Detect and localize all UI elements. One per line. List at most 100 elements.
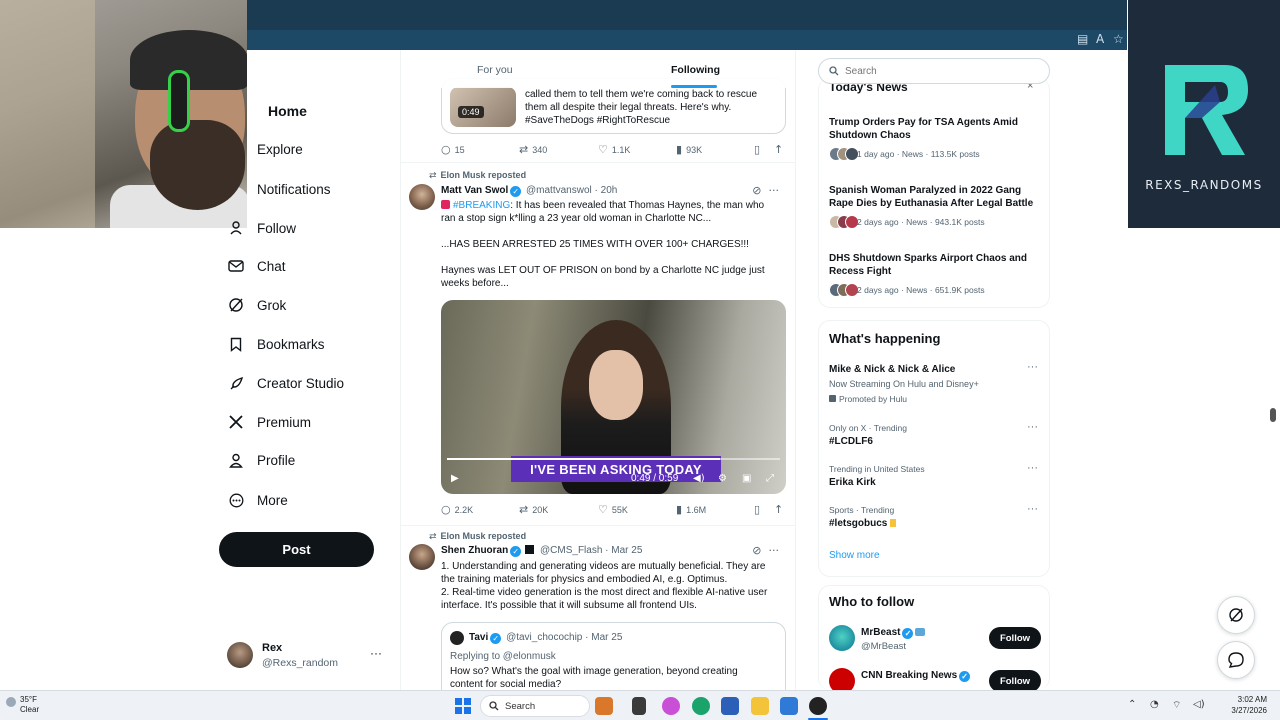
search-input[interactable] <box>845 65 1025 77</box>
nav-notifications[interactable]: Notifications <box>226 173 331 205</box>
repost-icon: ⇄ <box>519 143 529 156</box>
more-icon[interactable]: ··· <box>1027 462 1038 474</box>
video-controls: ▶ 0:49 / 0:59 ◀) ⚙ ▣ ⤢ <box>441 470 786 492</box>
grok-icon[interactable]: ⊘ <box>752 544 761 557</box>
hashtag-link[interactable]: #BREAKING <box>453 200 510 211</box>
outlook-icon[interactable] <box>780 697 798 715</box>
card-title: Who to follow <box>829 594 915 609</box>
tab-following[interactable]: Following <box>671 64 720 76</box>
nav-premium[interactable]: Premium <box>226 406 311 438</box>
nav-more[interactable]: More <box>226 484 288 516</box>
search-box[interactable] <box>818 58 1050 84</box>
tab-for-you[interactable]: For you <box>477 64 513 76</box>
share-button[interactable]: ↑ <box>774 503 787 516</box>
nav-home[interactable]: Home <box>226 95 307 127</box>
author-name[interactable]: Shen Zhuoran <box>441 545 508 556</box>
volume-icon[interactable]: ◁) <box>1193 699 1205 710</box>
edge-browser-icon[interactable] <box>692 697 710 715</box>
news-item-title[interactable]: DHS Shutdown Sparks Airport Chaos and Re… <box>829 252 1041 278</box>
follow-suggestion-name[interactable]: CNN Breaking News ✓ <box>861 670 972 682</box>
author-name[interactable]: Matt Van Swol <box>441 185 508 196</box>
follow-suggestion-name[interactable]: MrBeast ✓ <box>861 627 926 639</box>
author-handle[interactable]: @CMS_Flash · Mar 25 <box>540 545 642 556</box>
rocket-icon <box>226 373 246 393</box>
repost-icon: ⇄ <box>519 503 529 516</box>
follow-button[interactable]: Follow <box>989 670 1041 690</box>
more-icon[interactable]: ··· <box>769 184 780 197</box>
network-icon[interactable]: ◔ <box>1150 699 1159 710</box>
grok-floating-button[interactable] <box>1217 596 1255 634</box>
file-explorer-icon[interactable] <box>751 697 769 715</box>
like-button[interactable]: ♡ 55K <box>598 503 628 516</box>
trend-name[interactable]: Erika Kirk <box>829 477 876 488</box>
start-button[interactable] <box>455 698 471 714</box>
nav-bookmarks[interactable]: Bookmarks <box>226 328 325 360</box>
more-icon[interactable]: ··· <box>1027 361 1038 373</box>
pip-icon[interactable]: ▣ <box>742 473 751 484</box>
nav-profile[interactable]: Profile <box>226 444 295 476</box>
news-item-title[interactable]: Trump Orders Pay for TSA Agents Amid Shu… <box>829 116 1041 142</box>
follow-button[interactable]: Follow <box>989 627 1041 649</box>
bookmark-button[interactable]: ▯ <box>754 143 764 156</box>
views-icon: ▮ <box>676 503 683 516</box>
obs-studio-icon[interactable] <box>809 697 827 715</box>
nav-grok[interactable]: Grok <box>226 289 286 321</box>
avatar[interactable] <box>409 184 435 210</box>
channel-logo-icon <box>1165 65 1248 155</box>
more-icon[interactable]: ··· <box>1027 421 1038 433</box>
video-progress-bar[interactable] <box>447 458 780 460</box>
news-item-title[interactable]: Spanish Woman Paralyzed in 2022 Gang Rap… <box>829 184 1041 210</box>
tray-overflow-icon[interactable]: ⌃ <box>1128 699 1136 710</box>
fullscreen-icon[interactable]: ⤢ <box>766 473 774 484</box>
trend-name[interactable]: #LCDLF6 <box>829 436 873 447</box>
messages-floating-button[interactable] <box>1217 641 1255 679</box>
views-button[interactable]: ▮ 93K <box>676 143 702 156</box>
clock[interactable]: 3:02 AM 3/27/2026 <box>1222 694 1267 716</box>
promoted-trend-name[interactable]: Mike & Nick & Nick & Alice <box>829 364 955 375</box>
bookmark-button[interactable]: ▯ <box>754 503 764 516</box>
views-button[interactable]: ▮ 1.6M <box>676 503 706 516</box>
avatar[interactable] <box>829 625 855 651</box>
account-switcher[interactable]: Rex @Rexs_random ··· <box>227 640 387 674</box>
nav-creator-studio[interactable]: Creator Studio <box>226 367 344 399</box>
verified-badge-icon: ✓ <box>510 546 522 557</box>
copilot-icon[interactable] <box>662 697 680 715</box>
play-icon[interactable]: ▶ <box>451 473 459 484</box>
reply-button[interactable]: ○ 2.2K <box>441 503 473 516</box>
quoted-post-card[interactable]: Tavi ✓ @tavi_chocochip · Mar 25 Replying … <box>441 622 786 690</box>
account-more-icon[interactable]: ··· <box>370 646 382 660</box>
taskbar-search[interactable]: Search <box>480 695 590 717</box>
read-aloud-icon[interactable]: A <box>1096 32 1104 46</box>
settings-gear-icon[interactable]: ⚙ <box>718 473 727 484</box>
timeline-tabs: For you Following <box>401 50 795 88</box>
grok-icon[interactable]: ⊘ <box>752 184 761 197</box>
wifi-icon[interactable]: ⌔ <box>1172 699 1181 712</box>
favorite-star-icon[interactable]: ☆ <box>1113 32 1124 46</box>
trend-name[interactable]: #letsgobucs <box>829 518 897 529</box>
news-widget-icon[interactable] <box>595 697 613 715</box>
nav-explore[interactable]: Explore <box>226 133 303 165</box>
weather-widget[interactable]: 35°F Clear <box>6 695 39 715</box>
trend-category: Only on X · Trending <box>829 423 907 433</box>
share-button[interactable]: ↑ <box>774 143 787 156</box>
more-icon[interactable]: ··· <box>1027 503 1038 515</box>
store-icon[interactable] <box>721 697 739 715</box>
author-handle[interactable]: @mattvanswol · 20h <box>526 185 617 196</box>
timeline[interactable]: 0:49 called them to tell them we're comi… <box>400 50 796 690</box>
repost-button[interactable]: ⇄ 340 <box>519 143 547 156</box>
post-button[interactable]: Post <box>219 532 374 567</box>
task-view-icon[interactable] <box>632 697 646 715</box>
nav-follow[interactable]: Follow <box>226 212 296 244</box>
show-more-link[interactable]: Show more <box>829 550 880 561</box>
repost-button[interactable]: ⇄ 20K <box>519 503 548 516</box>
reader-mode-icon[interactable]: ▤ <box>1077 32 1088 46</box>
like-button[interactable]: ♡ 1.1K <box>598 143 630 156</box>
page-scrollbar[interactable] <box>1268 228 1278 688</box>
video-player[interactable]: I'VE BEEN ASKING TODAY ▶ 0:49 / 0:59 ◀) … <box>441 300 786 494</box>
volume-icon[interactable]: ◀) <box>693 473 705 484</box>
avatar[interactable] <box>409 544 435 570</box>
more-icon[interactable]: ··· <box>769 544 780 557</box>
avatar[interactable] <box>829 668 855 690</box>
nav-chat[interactable]: Chat <box>226 250 286 282</box>
reply-button[interactable]: ○ 15 <box>441 143 465 156</box>
